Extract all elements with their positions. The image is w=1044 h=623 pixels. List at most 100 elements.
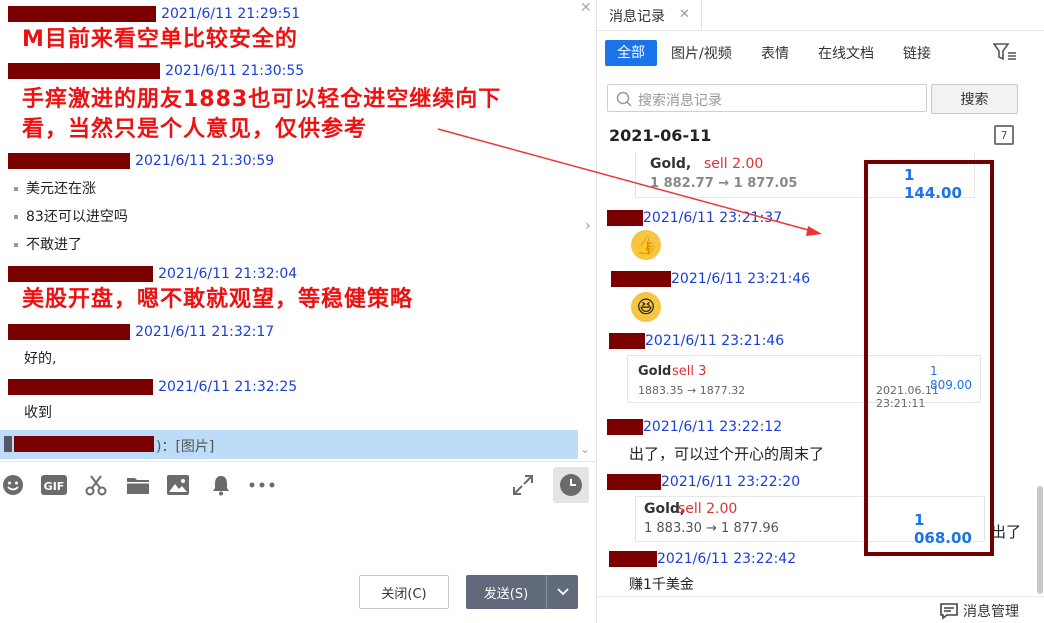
message-text: 收到 [24, 405, 52, 421]
redacted-sender [8, 5, 156, 22]
history-clock-icon[interactable] [553, 467, 589, 503]
annotation-text: 看，当然只是个人意见，仅供参考 [22, 117, 368, 142]
message-line: 不敢进了 [14, 234, 82, 254]
trade-symbol: Gold, [650, 156, 692, 172]
message-header: 2021/6/11 21:32:25 [8, 376, 297, 395]
message-header: 2021/6/11 21:32:04 [8, 263, 297, 282]
message-line: 美元还在涨 [14, 178, 96, 198]
search-input[interactable]: 搜索消息记录 [607, 84, 927, 112]
redacted-sender [607, 209, 643, 226]
annotation-text: 手痒激进的朋友1883也可以轻仓进空继续向下 [22, 87, 502, 112]
message-time: 2021/6/11 23:21:37 [643, 210, 783, 226]
svg-text:GIF: GIF [44, 480, 65, 493]
message-time: 2021/6/11 21:32:17 [135, 324, 275, 340]
close-tab-icon[interactable]: ✕ [679, 7, 690, 22]
bell-icon[interactable] [208, 472, 234, 498]
message-text: 出了 [991, 523, 1022, 541]
redacted-sender [609, 332, 645, 349]
trade-action: sell 2.00 [704, 156, 764, 172]
search-placeholder: 搜索消息记录 [638, 93, 722, 109]
message-time: 2021/6/11 23:22:42 [657, 551, 797, 567]
divider [0, 461, 596, 462]
image-icon[interactable] [165, 472, 191, 498]
trade-symbol: Gold [638, 364, 672, 379]
message-line: 83还可以进空吗 [14, 206, 128, 226]
chevron-down-icon [556, 588, 569, 596]
message-time: 2021/6/11 23:22:12 [643, 419, 783, 435]
smile-icon[interactable] [0, 472, 26, 498]
highlight-box [864, 160, 994, 556]
message-time: 2021/6/11 21:32:25 [158, 379, 298, 395]
filter-tab-all[interactable]: 全部 [605, 40, 657, 66]
thumbs-up-emoji: 👍 [631, 230, 661, 260]
chat-pane: ✕ 2021/6/11 21:29:51 M目前来看空单比较安全的 2021/6… [0, 0, 596, 623]
send-options-dropdown[interactable] [547, 575, 578, 609]
message-time: 2021/6/11 23:21:46 [671, 271, 811, 287]
redacted-sender [607, 473, 661, 490]
annotation-text: 美股开盘，嗯不敢就观望，等稳健策略 [22, 287, 414, 312]
redacted-sender [8, 378, 153, 395]
trade-prices: 1 882.77 → 1 877.05 [650, 176, 798, 191]
scissors-icon[interactable] [83, 472, 109, 498]
message-time: 2021/6/11 21:29:51 [161, 6, 301, 22]
filter-tab-media[interactable]: 图片/视频 [671, 43, 732, 63]
expand-icon[interactable] [510, 472, 536, 498]
redacted-sender [8, 265, 153, 282]
tab-message-history[interactable]: 消息记录 ✕ [597, 0, 702, 31]
search-button[interactable]: 搜索 [931, 84, 1018, 114]
message-header: 2021/6/11 23:21:46 [611, 268, 810, 287]
avatar [4, 436, 12, 452]
close-icon[interactable]: ✕ [580, 0, 592, 16]
divider [597, 596, 1044, 597]
message-header: 2021/6/11 23:22:20 [607, 471, 800, 490]
trade-prices: 1 883.30 → 1 877.96 [644, 521, 779, 536]
message-text: 出了，可以过个开心的周末了 [629, 445, 825, 463]
redacted-sender [8, 62, 160, 79]
filter-tab-links[interactable]: 链接 [903, 43, 931, 63]
redacted-sender [609, 550, 657, 567]
message-header: 2021/6/11 21:30:55 [8, 60, 304, 79]
selected-message-row[interactable]: )：[图片] [0, 430, 578, 459]
filter-tab-docs[interactable]: 在线文档 [818, 43, 874, 63]
more-icon[interactable] [248, 472, 276, 498]
tab-title: 消息记录 [609, 9, 665, 25]
message-text: 赚1千美金 [629, 577, 694, 593]
filter-icon[interactable] [992, 42, 1017, 66]
redacted-sender [8, 323, 130, 340]
message-header: 2021/6/11 21:29:51 [8, 3, 300, 22]
redacted-sender [611, 270, 671, 287]
collapse-panel-icon[interactable]: › [585, 218, 591, 234]
message-time: 2021/6/11 21:30:59 [135, 153, 275, 169]
redacted-sender [607, 418, 643, 435]
message-header: 2021/6/11 23:22:42 [609, 548, 796, 567]
date-header: 2021-06-11 [609, 126, 712, 145]
folder-icon[interactable] [124, 472, 152, 498]
message-time: 2021/6/11 21:30:55 [165, 63, 305, 79]
gif-icon[interactable]: GIF [40, 472, 68, 498]
close-button[interactable]: 关闭(C) [359, 575, 449, 609]
message-header: 2021/6/11 23:21:46 [609, 330, 784, 349]
message-manage-button[interactable]: 消息管理 [939, 601, 1019, 621]
scrollbar-thumb[interactable] [1037, 486, 1043, 594]
send-button-group: 发送(S) [466, 575, 578, 609]
message-header: 2021/6/11 23:22:12 [607, 416, 782, 435]
send-button[interactable]: 发送(S) [466, 575, 547, 609]
redacted-sender [14, 436, 154, 452]
message-time: 2021/6/11 21:32:04 [158, 266, 298, 282]
calendar-day: 7 [1000, 128, 1008, 142]
message-header: 2021/6/11 23:21:37 [607, 207, 782, 226]
divider [597, 30, 1044, 31]
trade-action: sell 2.00 [678, 501, 738, 517]
annotation-text: M目前来看空单比较安全的 [22, 27, 298, 52]
filter-tab-stickers[interactable]: 表情 [761, 43, 789, 63]
redacted-sender [8, 152, 130, 169]
message-header: 2021/6/11 21:32:17 [8, 321, 274, 340]
scroll-down-icon[interactable]: ⌄ [580, 442, 590, 456]
image-placeholder-text: )：[图片] [156, 439, 215, 455]
chat-bubble-icon [940, 603, 958, 620]
message-time: 2021/6/11 23:21:46 [645, 333, 785, 349]
trade-prices: 1883.35 → 1877.32 [638, 384, 746, 397]
message-text: 好的, [24, 351, 57, 367]
calendar-icon[interactable]: 7 [994, 125, 1014, 145]
message-time: 2021/6/11 23:22:20 [661, 474, 801, 490]
